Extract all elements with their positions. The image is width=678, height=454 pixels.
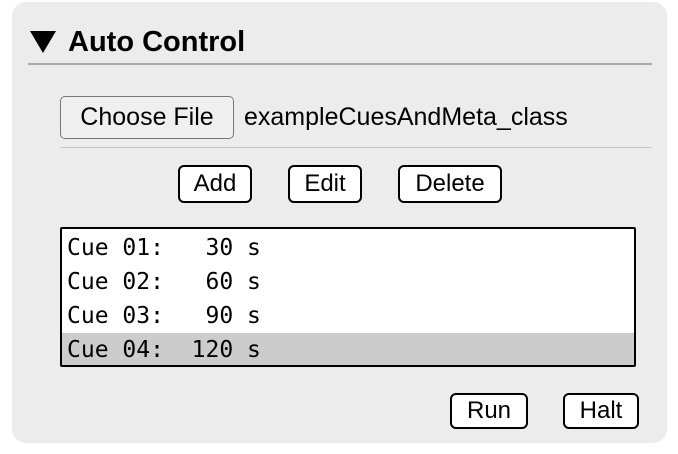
cue-list-item-selected[interactable]: Cue 04: 120 s <box>62 333 634 365</box>
panel-title: Auto Control <box>68 25 246 58</box>
triangle-down-icon[interactable] <box>30 31 56 53</box>
cue-list-item[interactable]: Cue 03: 90 s <box>62 299 634 333</box>
cue-list[interactable]: Cue 01: 30 s Cue 02: 60 s Cue 03: 90 s C… <box>60 227 636 367</box>
run-button[interactable]: Run <box>450 393 528 429</box>
add-button[interactable]: Add <box>178 165 252 203</box>
panel-header[interactable]: Auto Control <box>30 22 245 62</box>
halt-button[interactable]: Halt <box>563 393 639 429</box>
cue-list-item[interactable]: Cue 01: 30 s <box>62 231 634 265</box>
choose-file-button[interactable]: Choose File <box>60 96 234 139</box>
file-picker-row: Choose File exampleCuesAndMeta_class <box>60 96 568 139</box>
cue-list-item[interactable]: Cue 02: 60 s <box>62 265 634 299</box>
auto-control-panel: Auto Control Choose File exampleCuesAndM… <box>12 2 667 443</box>
edit-button[interactable]: Edit <box>288 165 362 203</box>
header-divider <box>28 63 652 65</box>
file-divider <box>60 147 652 148</box>
delete-button[interactable]: Delete <box>398 165 502 203</box>
selected-file-name: exampleCuesAndMeta_class <box>244 103 568 131</box>
